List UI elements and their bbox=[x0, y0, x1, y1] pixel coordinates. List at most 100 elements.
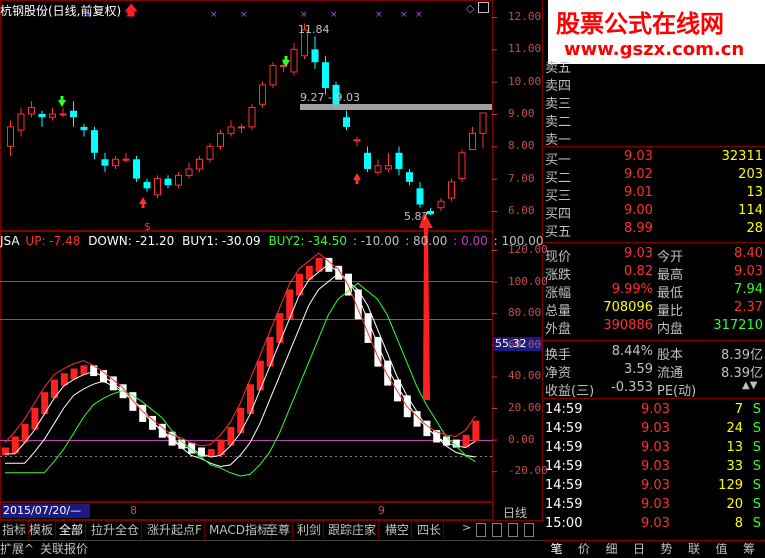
high-annotation: 11.84 bbox=[298, 23, 330, 36]
signal-x-mark: × bbox=[300, 10, 308, 20]
tab-6[interactable]: 至尊 bbox=[264, 521, 294, 539]
tab-1[interactable]: 模板 bbox=[27, 521, 57, 539]
quote-label: 外盘 bbox=[545, 322, 572, 337]
price-tick: 6.00 bbox=[508, 203, 535, 217]
price-tick: 9.00 bbox=[508, 106, 535, 120]
maximize-icon[interactable] bbox=[478, 2, 489, 13]
candle bbox=[343, 110, 350, 131]
tab-10[interactable]: 四长 bbox=[415, 521, 445, 539]
indicator-bar bbox=[266, 336, 274, 367]
right-tab-0[interactable]: 笔 bbox=[543, 540, 570, 558]
indicator-bar bbox=[296, 273, 303, 296]
indicator-tick: -20.00 bbox=[508, 464, 548, 478]
indicator-bar bbox=[237, 408, 245, 433]
right-tab-2[interactable]: 细 bbox=[598, 540, 625, 558]
tick-volume: 20 bbox=[726, 497, 743, 512]
quote-value: 9.03 bbox=[624, 246, 653, 261]
bottom-tab-1[interactable]: 关联报价 bbox=[40, 541, 88, 558]
candle bbox=[311, 36, 319, 69]
tab-scroll-btn-b bbox=[492, 523, 502, 537]
right-tab-3[interactable]: 日 bbox=[626, 540, 653, 558]
indicator-name: JSA bbox=[0, 234, 20, 248]
indicator-bar bbox=[80, 365, 88, 375]
buy-level-price: 8.99 bbox=[624, 221, 653, 236]
candle bbox=[80, 123, 88, 137]
indicator-bar bbox=[247, 384, 254, 414]
candle bbox=[70, 101, 77, 127]
tick-price: 9.03 bbox=[641, 497, 670, 512]
tick-side: S bbox=[752, 478, 761, 493]
right-tab-6[interactable]: 值 bbox=[708, 540, 735, 558]
fundamental-value: 8.44% bbox=[611, 344, 653, 359]
crosshair-value: 55.32 bbox=[495, 337, 527, 350]
watermark-title: 股票公式在线网 bbox=[556, 10, 724, 38]
candle bbox=[17, 107, 25, 137]
pe-toggle-icon[interactable]: ▲▼ bbox=[742, 380, 757, 391]
fundamental-label: PE(动) bbox=[657, 384, 697, 399]
tick-row: 14:59 9.03 129 S bbox=[544, 477, 765, 495]
tab-2[interactable]: 全部 bbox=[57, 521, 87, 539]
tab-7[interactable]: 利剑 bbox=[295, 521, 325, 539]
candle bbox=[406, 168, 413, 186]
tick-time: 14:59 bbox=[545, 459, 583, 474]
buy-level: 买二 9.02 203 bbox=[544, 166, 765, 186]
tick-price: 9.03 bbox=[641, 440, 670, 455]
quote-value: 2.37 bbox=[734, 300, 763, 315]
candle bbox=[175, 172, 182, 189]
indicator-tick: 80.00 bbox=[508, 306, 542, 320]
right-tab-4[interactable]: 势 bbox=[653, 540, 680, 558]
tab-4[interactable]: 涨升起点F bbox=[145, 521, 205, 539]
candle bbox=[164, 175, 172, 189]
quote-row: 涨幅 9.99% 最低 7.94 bbox=[544, 281, 765, 301]
buy-level: 买五 8.99 28 bbox=[544, 220, 765, 240]
right-tab-7[interactable]: 筹 bbox=[736, 540, 763, 558]
right-tab-5[interactable]: 联 bbox=[681, 540, 708, 558]
tick-time: 14:59 bbox=[545, 497, 583, 512]
up-arrow-icon: 🡅 bbox=[124, 3, 139, 19]
quote-value: 390886 bbox=[603, 318, 653, 333]
price-tick: 12.00 bbox=[508, 10, 542, 23]
sell-level: 卖三 bbox=[544, 92, 765, 112]
tick-row: 14:59 9.03 24 S bbox=[544, 420, 765, 438]
candle bbox=[91, 126, 98, 160]
candle bbox=[322, 55, 329, 95]
price-tick: 7.00 bbox=[508, 171, 535, 185]
right-tab-1[interactable]: 价 bbox=[571, 540, 598, 558]
candle bbox=[290, 42, 298, 76]
bottom-tab-0[interactable]: 扩展^ bbox=[0, 541, 34, 558]
dollar-mark: $ bbox=[144, 220, 151, 233]
tick-side: S bbox=[752, 421, 761, 436]
tick-side: S bbox=[752, 516, 761, 531]
tab-scroll[interactable]: > bbox=[462, 521, 542, 539]
candle bbox=[143, 178, 151, 192]
tab-8[interactable]: 跟踪庄家 bbox=[326, 521, 380, 539]
quote-row: 现价 9.03 今开 8.40 bbox=[544, 245, 765, 265]
quote-value: 8.40 bbox=[734, 246, 763, 261]
line-buy2 bbox=[5, 282, 476, 477]
diamond-icon[interactable]: ◇ bbox=[466, 2, 474, 15]
candle bbox=[269, 62, 277, 89]
tab-scroll-btn-a bbox=[476, 523, 486, 537]
range-annotation: 9.27 - 9.03 bbox=[300, 91, 360, 104]
indicator-tick: 0.00 bbox=[508, 432, 535, 446]
candle bbox=[479, 112, 487, 149]
tab-5[interactable]: MACD指标 bbox=[207, 521, 272, 539]
buy-level-price: 9.00 bbox=[624, 203, 653, 218]
quote-value: 7.94 bbox=[734, 282, 763, 297]
legend-buy2: BUY2: -34.50 bbox=[268, 234, 347, 248]
indicator-bar bbox=[286, 289, 294, 320]
tab-0[interactable]: 指标 bbox=[0, 521, 30, 539]
tick-price: 9.03 bbox=[641, 516, 670, 531]
fundamental-value: 3.59 bbox=[624, 362, 653, 377]
signal-x-mark: × bbox=[375, 10, 383, 20]
candle bbox=[133, 156, 140, 182]
tick-price: 9.03 bbox=[641, 421, 670, 436]
indicator-tick: 100.00 bbox=[508, 274, 548, 288]
signal-x-mark: × bbox=[400, 10, 408, 20]
period-label[interactable]: 日线 bbox=[503, 504, 527, 521]
quote-row: 涨跌 0.82 最高 9.03 bbox=[544, 263, 765, 283]
legend-p2: : 80.00 bbox=[405, 234, 448, 248]
signal-x-mark: × bbox=[240, 10, 248, 20]
tab-9[interactable]: 横空 bbox=[383, 521, 413, 539]
tab-3[interactable]: 拉升全仓 bbox=[89, 521, 143, 539]
